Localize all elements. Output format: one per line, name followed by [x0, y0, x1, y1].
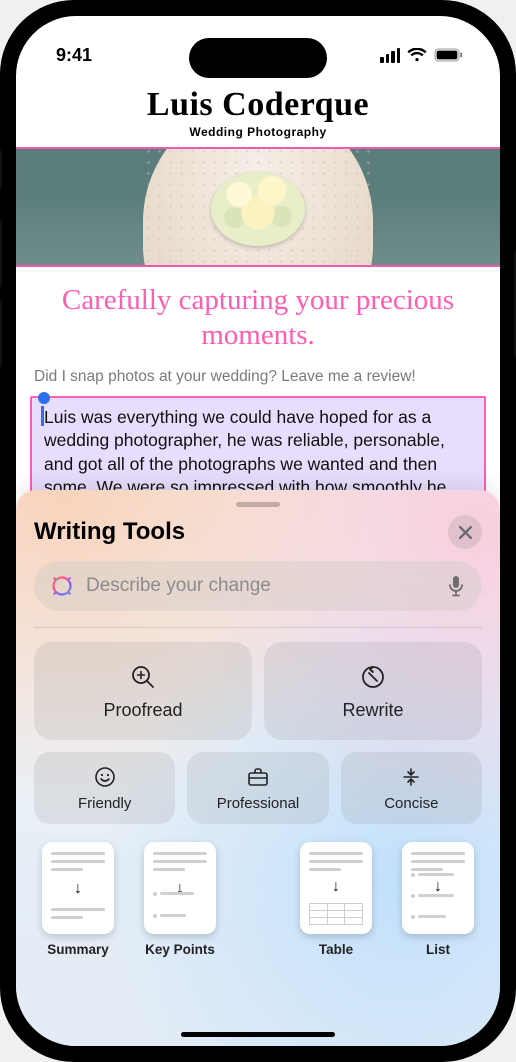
- bouquet-illustration: [211, 172, 305, 246]
- brand-subtitle: Wedding Photography: [16, 125, 500, 139]
- apple-intelligence-icon: [50, 574, 74, 598]
- summary-thumb-icon: ↓: [42, 842, 114, 934]
- keypoints-thumb-icon: ↓: [144, 842, 216, 934]
- cellular-signal-icon: [380, 48, 400, 63]
- rewrite-label: Rewrite: [342, 700, 403, 721]
- proofread-button[interactable]: Proofread: [34, 642, 252, 740]
- page-content: Luis Coderque Wedding Photography Carefu…: [16, 80, 500, 1046]
- magnifier-icon: [128, 662, 158, 692]
- summary-button[interactable]: ↓ Summary: [42, 842, 114, 957]
- close-icon: [459, 526, 472, 539]
- sheet-title: Writing Tools: [34, 518, 185, 546]
- brand-name: Luis Coderque: [16, 86, 500, 124]
- dynamic-island: [189, 38, 327, 78]
- rewrite-button[interactable]: Rewrite: [264, 642, 482, 740]
- close-button[interactable]: [448, 515, 482, 549]
- professional-label: Professional: [217, 795, 300, 812]
- summary-label: Summary: [47, 942, 109, 957]
- text-caret: [41, 406, 44, 426]
- volume-up-button: [0, 220, 2, 288]
- selection-handle-icon[interactable]: [38, 392, 50, 404]
- keypoints-button[interactable]: ↓ Key Points: [144, 842, 216, 957]
- list-label: List: [426, 942, 450, 957]
- rewrite-icon: [358, 662, 388, 692]
- proofread-label: Proofread: [103, 700, 182, 721]
- microphone-icon[interactable]: [446, 575, 466, 597]
- writing-tools-sheet: Writing Tools: [16, 490, 500, 1046]
- briefcase-icon: [246, 765, 270, 789]
- keypoints-label: Key Points: [145, 942, 215, 957]
- wifi-icon: [407, 48, 427, 63]
- table-button[interactable]: ↓ Table: [300, 842, 372, 957]
- list-thumb-icon: ↓: [402, 842, 474, 934]
- review-prompt: Did I snap photos at your wedding? Leave…: [16, 362, 500, 396]
- device-frame: 9:41 Luis Coderque Wedding Photography: [0, 0, 516, 1062]
- friendly-label: Friendly: [78, 795, 131, 812]
- status-indicators: [380, 48, 464, 63]
- table-thumb-icon: ↓: [300, 842, 372, 934]
- table-label: Table: [319, 942, 353, 957]
- screen: 9:41 Luis Coderque Wedding Photography: [16, 16, 500, 1046]
- concise-button[interactable]: Concise: [341, 752, 482, 824]
- hero-image: [16, 147, 500, 267]
- page-header: Luis Coderque Wedding Photography: [16, 80, 500, 143]
- change-input[interactable]: [34, 561, 482, 611]
- status-time: 9:41: [56, 45, 92, 66]
- friendly-button[interactable]: Friendly: [34, 752, 175, 824]
- smile-icon: [93, 765, 117, 789]
- concise-icon: [399, 765, 423, 789]
- divider: [34, 627, 482, 628]
- battery-icon: [434, 48, 464, 62]
- volume-down-button: [0, 300, 2, 368]
- professional-button[interactable]: Professional: [187, 752, 328, 824]
- change-input-field[interactable]: [86, 575, 434, 597]
- list-button[interactable]: ↓ List: [402, 842, 474, 957]
- silent-switch: [0, 150, 2, 190]
- sheet-grabber[interactable]: [236, 502, 280, 507]
- tagline-text: Carefully capturing your precious moment…: [16, 267, 500, 362]
- home-indicator[interactable]: [181, 1032, 335, 1037]
- concise-label: Concise: [384, 795, 438, 812]
